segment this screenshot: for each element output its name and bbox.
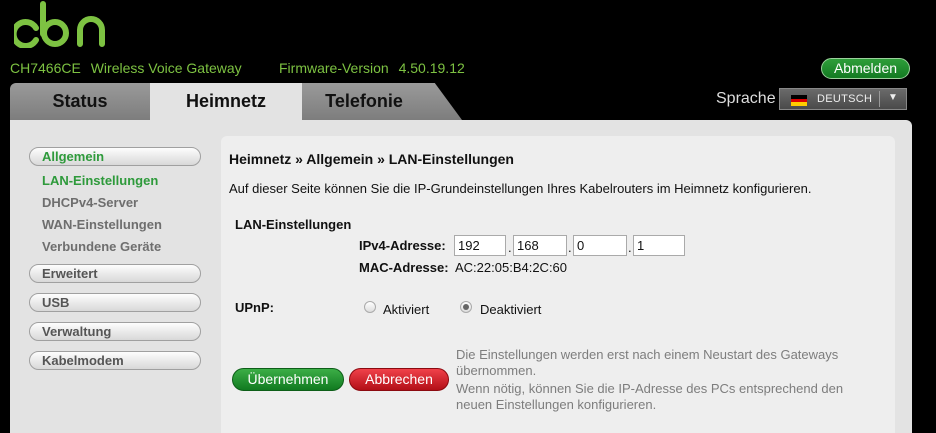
ip-separator: . bbox=[508, 240, 512, 255]
ipv4-octet-1[interactable]: 192 bbox=[454, 235, 506, 256]
sidebar-item-lan-einstellungen[interactable]: LAN-Einstellungen bbox=[42, 173, 158, 188]
ipv4-octet-3[interactable]: 0 bbox=[573, 235, 627, 256]
firmware-value: 4.50.19.12 bbox=[398, 60, 465, 76]
ip-separator: . bbox=[568, 240, 572, 255]
sidebar-group-allgemein[interactable]: Allgemein bbox=[29, 147, 201, 166]
ipv4-octet-4[interactable]: 1 bbox=[633, 235, 685, 256]
ipv4-label: IPv4-Adresse: bbox=[359, 238, 446, 253]
ip-note-line-1: Wenn nötig, können Sie die IP-Adresse de… bbox=[456, 381, 844, 396]
apply-button[interactable]: Übernehmen bbox=[232, 368, 344, 391]
tab-telefonie-label: Telefonie bbox=[325, 91, 403, 111]
section-title: LAN-Einstellungen bbox=[235, 217, 352, 232]
upnp-disabled-radio[interactable] bbox=[460, 301, 472, 313]
sidebar-group-kabelmodem[interactable]: Kabelmodem bbox=[29, 351, 201, 370]
language-selected: DEUTSCH bbox=[817, 93, 873, 105]
tab-telefonie[interactable]: Telefonie bbox=[302, 83, 462, 120]
ip-separator: . bbox=[628, 240, 632, 255]
tab-heimnetz[interactable]: Heimnetz bbox=[150, 83, 302, 120]
sidebar-item-verbundene-geraete[interactable]: Verbundene Geräte bbox=[42, 239, 161, 254]
ip-note-line-2: neuen Einstellungen konfigurieren. bbox=[456, 397, 657, 412]
sidebar-group-verwaltung[interactable]: Verwaltung bbox=[29, 322, 201, 341]
restart-note-line-1: Die Einstellungen werden erst nach einem… bbox=[456, 347, 839, 362]
firmware-version: Firmware-Version 4.50.19.12 bbox=[279, 60, 471, 76]
product-name: Wireless Voice Gateway bbox=[90, 60, 242, 76]
model-number: CH7466CE bbox=[10, 60, 81, 76]
select-divider bbox=[879, 91, 880, 107]
logout-button[interactable]: Abmelden bbox=[821, 58, 910, 79]
tab-status[interactable]: Status bbox=[10, 83, 150, 120]
upnp-enabled-radio[interactable] bbox=[364, 301, 376, 313]
page-description: Auf dieser Seite können Sie die IP-Grund… bbox=[229, 181, 812, 196]
ipv4-octet-2[interactable]: 168 bbox=[513, 235, 567, 256]
sidebar-group-usb[interactable]: USB bbox=[29, 293, 201, 312]
breadcrumb: Heimnetz » Allgemein » LAN-Einstellungen bbox=[229, 151, 514, 167]
mac-value: AC:22:05:B4:2C:60 bbox=[455, 260, 568, 275]
sidebar-item-dhcpv4-server[interactable]: DHCPv4-Server bbox=[42, 195, 138, 210]
chevron-down-icon: ▼ bbox=[888, 92, 898, 103]
upnp-enabled-label[interactable]: Aktiviert bbox=[383, 302, 429, 317]
upnp-label: UPnP: bbox=[235, 300, 274, 315]
upnp-disabled-label[interactable]: Deaktiviert bbox=[480, 302, 541, 317]
mac-label: MAC-Adresse: bbox=[359, 260, 449, 275]
router-admin-page: CH7466CE Wireless Voice Gateway Firmware… bbox=[0, 0, 936, 433]
language-label: Sprache bbox=[716, 90, 776, 107]
cancel-button[interactable]: Abbrechen bbox=[349, 368, 449, 391]
sidebar-item-wan-einstellungen[interactable]: WAN-Einstellungen bbox=[42, 217, 162, 232]
firmware-label: Firmware-Version bbox=[279, 60, 389, 76]
sidebar-group-erweitert[interactable]: Erweitert bbox=[29, 264, 201, 283]
ip-note: Wenn nötig, können Sie die IP-Adresse de… bbox=[456, 381, 866, 413]
de-flag-icon bbox=[791, 95, 807, 106]
restart-note: Die Einstellungen werden erst nach einem… bbox=[456, 347, 866, 379]
cbn-logo bbox=[14, 1, 105, 48]
device-model: CH7466CE Wireless Voice Gateway bbox=[10, 60, 248, 76]
restart-note-line-2: übernommen. bbox=[456, 363, 537, 378]
language-select[interactable]: DEUTSCH ▼ bbox=[779, 88, 907, 110]
